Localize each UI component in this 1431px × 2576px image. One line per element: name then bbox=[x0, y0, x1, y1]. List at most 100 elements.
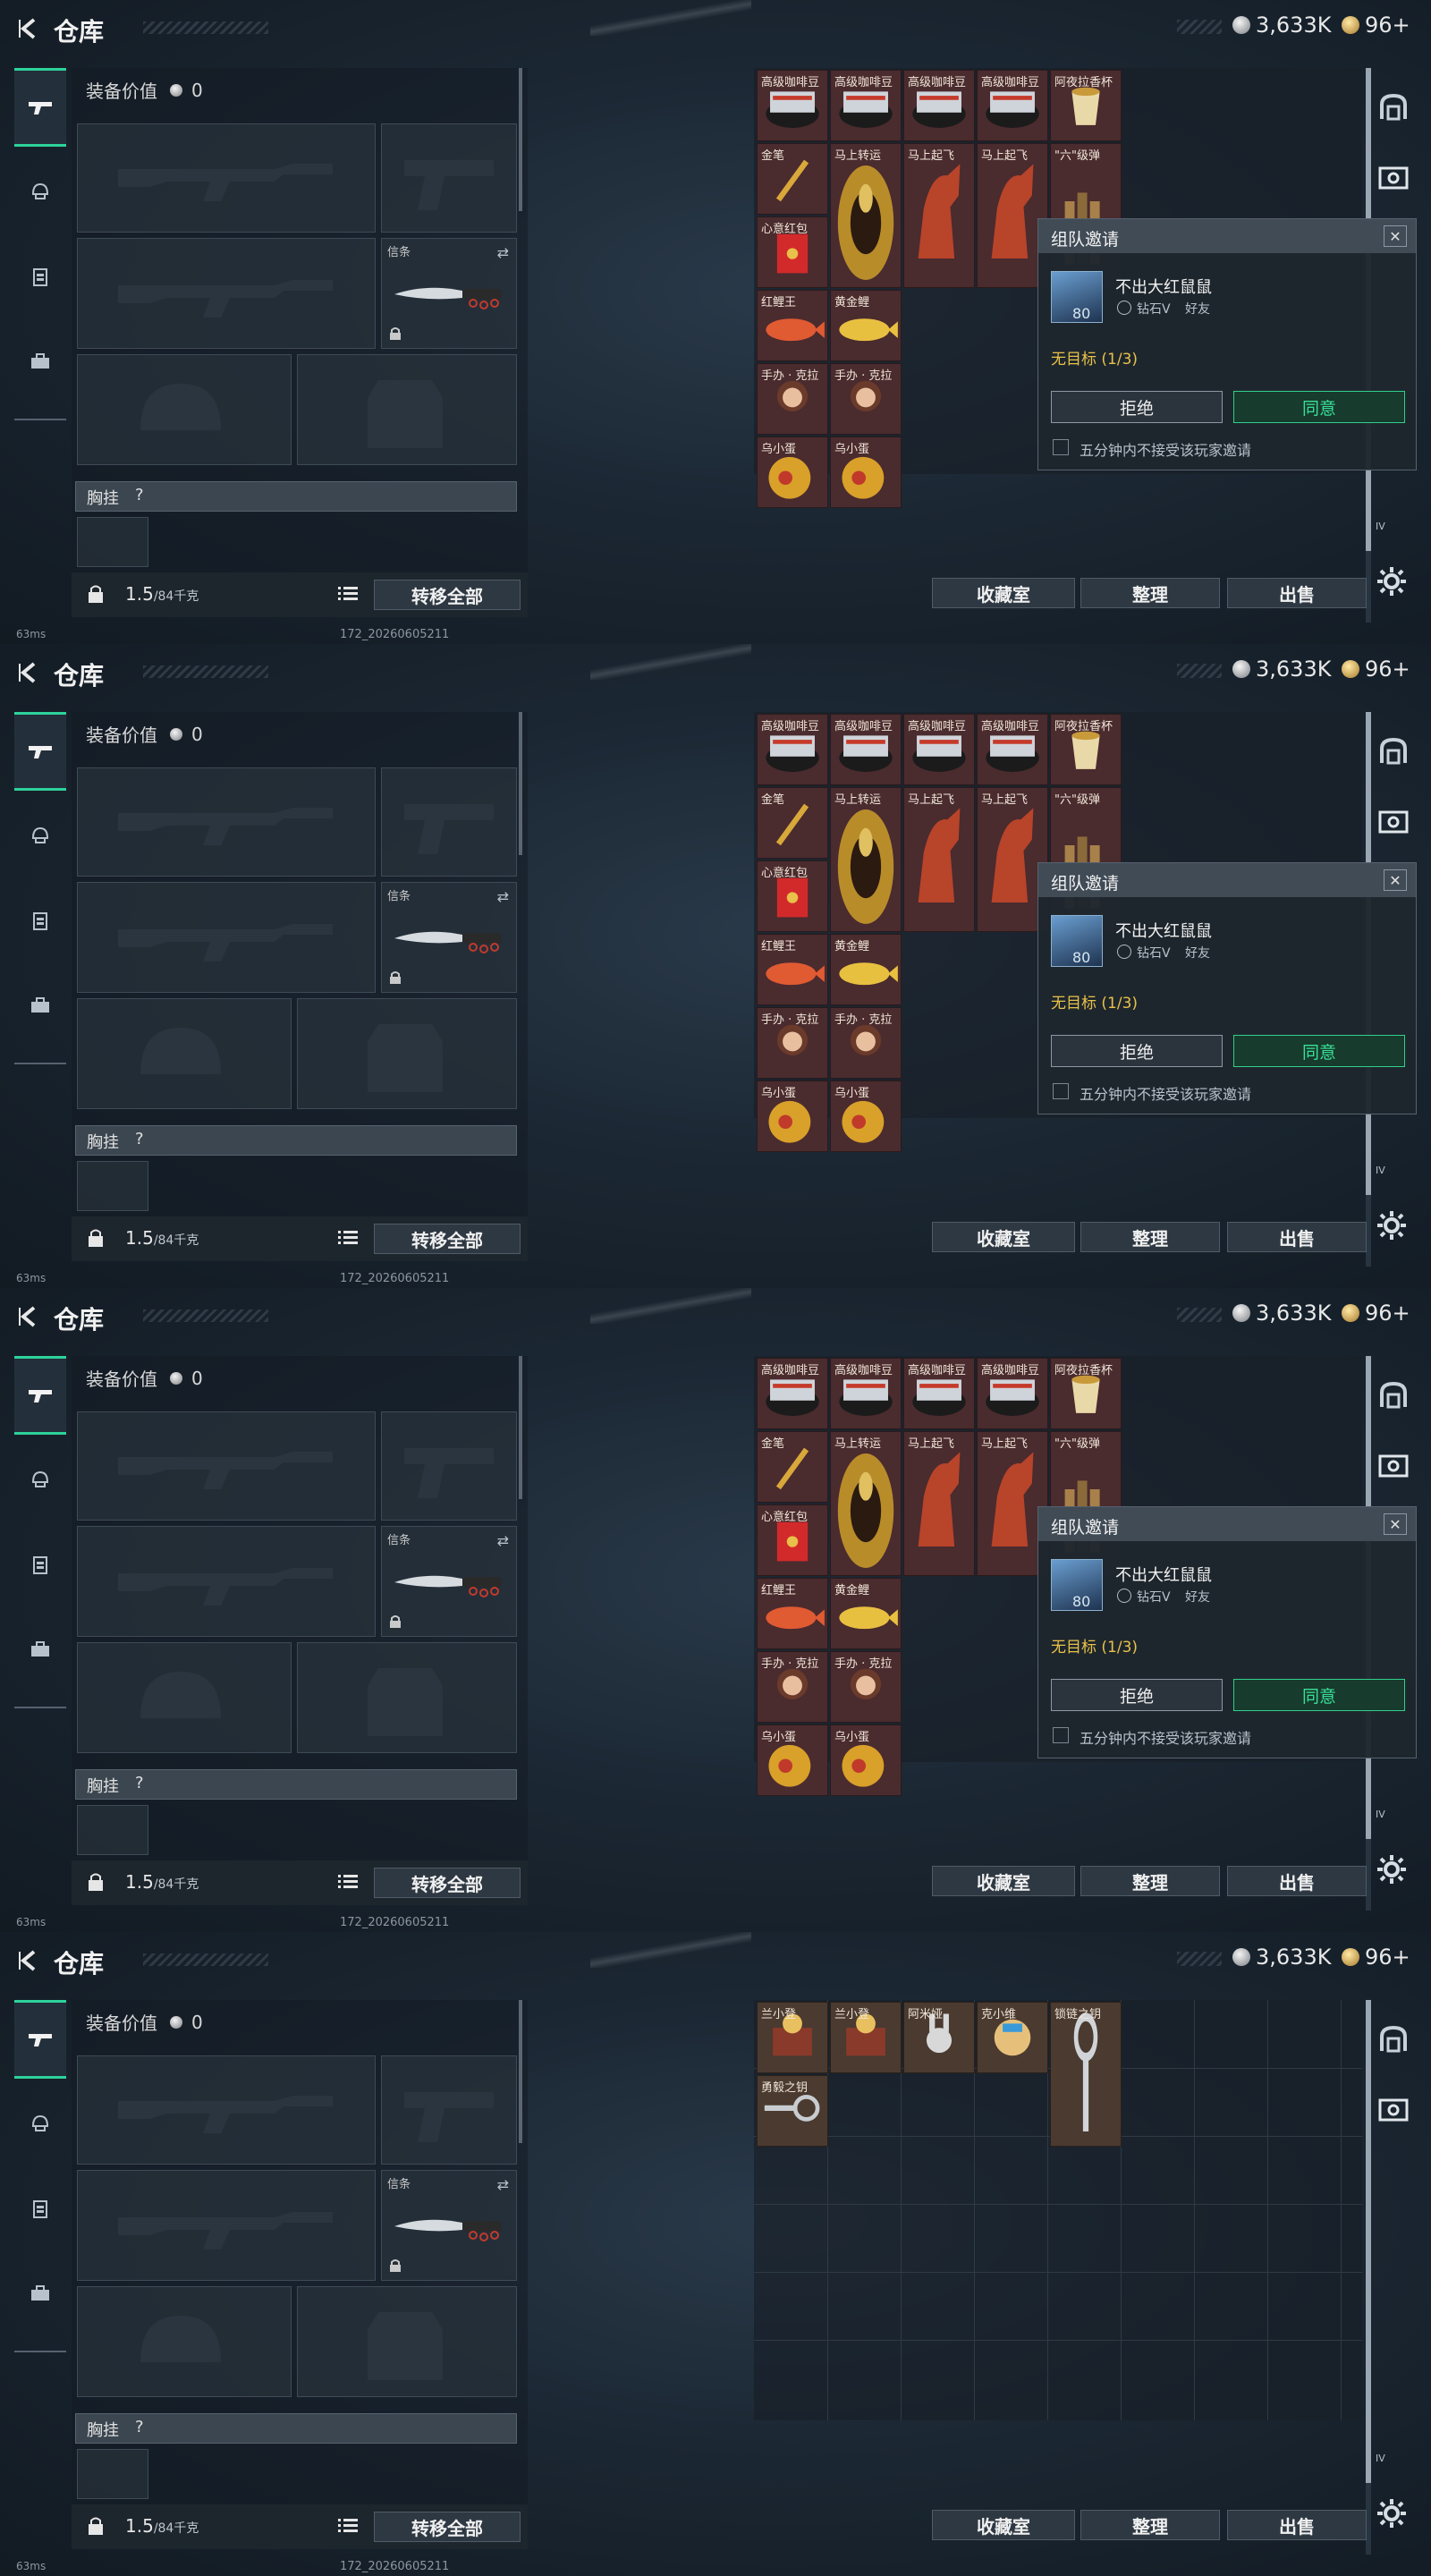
stash-item[interactable]: 手办 · 克拉 bbox=[757, 1007, 828, 1079]
mute-checkbox[interactable] bbox=[1053, 439, 1069, 455]
right-tab-case[interactable] bbox=[1374, 2089, 1413, 2129]
stash-item[interactable]: 阿夜拉香杯 bbox=[1050, 714, 1122, 785]
nav-helmet[interactable] bbox=[14, 796, 66, 875]
pistol-slot[interactable] bbox=[381, 767, 517, 877]
transfer-all-button[interactable]: 转移全部 bbox=[374, 2512, 521, 2542]
equipment-scrollbar[interactable] bbox=[519, 2000, 522, 2143]
transfer-all-button[interactable]: 转移全部 bbox=[374, 1868, 521, 1898]
stash-item[interactable]: 红鲤王 bbox=[757, 1578, 828, 1649]
stash-item[interactable]: 阿米娅 bbox=[903, 2002, 975, 2073]
stash-item[interactable]: 黄金鲤 bbox=[830, 290, 902, 361]
stash-item[interactable]: 乌小蛋 bbox=[757, 1724, 828, 1796]
sort-button[interactable]: 整理 bbox=[1080, 578, 1220, 608]
nav-vest[interactable] bbox=[14, 2170, 66, 2249]
silver-currency[interactable]: 3,633K bbox=[1232, 13, 1331, 38]
armor-slot[interactable] bbox=[297, 2286, 517, 2397]
collection-button[interactable]: 收藏室 bbox=[932, 2510, 1075, 2540]
right-tab-case[interactable] bbox=[1374, 801, 1413, 841]
stash-item[interactable]: 兰小登 bbox=[757, 2002, 828, 2073]
sort-button[interactable]: 整理 bbox=[1080, 1866, 1220, 1896]
gear-icon[interactable] bbox=[1376, 565, 1408, 597]
secondary-weapon-slot[interactable] bbox=[77, 882, 376, 993]
primary-weapon-slot[interactable] bbox=[77, 123, 376, 233]
right-tab-safe[interactable] bbox=[1374, 2020, 1413, 2059]
accept-button[interactable]: 同意 bbox=[1233, 391, 1405, 423]
helmet-slot[interactable] bbox=[77, 2286, 292, 2397]
back-icon[interactable] bbox=[16, 1304, 41, 1329]
nav-weapons[interactable] bbox=[14, 712, 66, 791]
sell-button[interactable]: 出售 bbox=[1227, 2510, 1367, 2540]
right-tab-safe[interactable] bbox=[1374, 1376, 1413, 1415]
helmet-slot[interactable] bbox=[77, 354, 292, 465]
help-icon[interactable]: ? bbox=[135, 1774, 144, 1792]
nav-helmet[interactable] bbox=[14, 152, 66, 231]
stash-item[interactable]: 红鲤王 bbox=[757, 934, 828, 1005]
sell-button[interactable]: 出售 bbox=[1227, 1222, 1367, 1252]
stash-item[interactable]: 阿夜拉香杯 bbox=[1050, 70, 1122, 141]
stash-item[interactable]: 高级咖啡豆 bbox=[977, 70, 1048, 141]
nav-vest[interactable] bbox=[14, 238, 66, 317]
stash-item[interactable]: 马上转运 bbox=[830, 787, 902, 932]
transfer-all-button[interactable]: 转移全部 bbox=[374, 1224, 521, 1254]
right-tab-tag[interactable]: IV bbox=[1376, 2453, 1385, 2464]
sort-button[interactable]: 整理 bbox=[1080, 1222, 1220, 1252]
chest-rig-bar[interactable]: 胸挂 ? bbox=[75, 1769, 517, 1800]
stash-item[interactable]: 高级咖啡豆 bbox=[830, 70, 902, 141]
mute-checkbox[interactable] bbox=[1053, 1083, 1069, 1099]
melee-slot[interactable]: 信条 ⇄ bbox=[381, 882, 517, 993]
nav-backpack[interactable] bbox=[14, 322, 66, 401]
swap-icon[interactable]: ⇄ bbox=[497, 2176, 509, 2193]
equipment-scrollbar[interactable] bbox=[519, 1356, 522, 1499]
stash-item[interactable]: 乌小蛋 bbox=[830, 1724, 902, 1796]
collection-button[interactable]: 收藏室 bbox=[932, 1222, 1075, 1252]
secondary-weapon-slot[interactable] bbox=[77, 1526, 376, 1637]
stash-scrollbar-thumb[interactable] bbox=[1366, 2000, 1371, 2483]
stash-scrollbar[interactable] bbox=[1366, 2000, 1371, 2555]
stash-item[interactable]: 心意红包 bbox=[757, 1504, 828, 1576]
stash-item[interactable]: 高级咖啡豆 bbox=[830, 1358, 902, 1429]
chest-rig-slot[interactable] bbox=[77, 1805, 148, 1855]
stash-item[interactable]: 高级咖啡豆 bbox=[977, 1358, 1048, 1429]
primary-weapon-slot[interactable] bbox=[77, 2055, 376, 2165]
gold-currency[interactable]: 96+ bbox=[1342, 657, 1410, 682]
right-tab-tag[interactable]: IV bbox=[1376, 521, 1385, 532]
chest-rig-bar[interactable]: 胸挂 ? bbox=[75, 1125, 517, 1156]
armor-slot[interactable] bbox=[297, 1642, 517, 1753]
close-icon[interactable]: ✕ bbox=[1384, 1513, 1407, 1535]
swap-icon[interactable]: ⇄ bbox=[497, 888, 509, 905]
gold-currency[interactable]: 96+ bbox=[1342, 13, 1410, 38]
reject-button[interactable]: 拒绝 bbox=[1051, 1035, 1223, 1067]
helmet-slot[interactable] bbox=[77, 1642, 292, 1753]
list-icon[interactable] bbox=[338, 1873, 358, 1891]
right-tab-case[interactable] bbox=[1374, 157, 1413, 197]
stash-item[interactable]: 心意红包 bbox=[757, 860, 828, 932]
close-icon[interactable]: ✕ bbox=[1384, 869, 1407, 891]
back-icon[interactable] bbox=[16, 660, 41, 685]
list-icon[interactable] bbox=[338, 1229, 358, 1247]
nav-backpack[interactable] bbox=[14, 1610, 66, 1689]
stash-item[interactable]: 手办 · 克拉 bbox=[830, 1651, 902, 1723]
helmet-slot[interactable] bbox=[77, 998, 292, 1109]
gold-currency[interactable]: 96+ bbox=[1342, 1945, 1410, 1970]
chest-rig-slot[interactable] bbox=[77, 517, 148, 567]
right-tab-case[interactable] bbox=[1374, 1445, 1413, 1485]
gear-icon[interactable] bbox=[1376, 2497, 1408, 2529]
silver-currency[interactable]: 3,633K bbox=[1232, 1945, 1331, 1970]
nav-weapons[interactable] bbox=[14, 2000, 66, 2079]
right-tab-tag[interactable]: IV bbox=[1376, 1809, 1385, 1820]
secondary-weapon-slot[interactable] bbox=[77, 2170, 376, 2281]
collection-button[interactable]: 收藏室 bbox=[932, 578, 1075, 608]
nav-backpack[interactable] bbox=[14, 2254, 66, 2333]
stash-item[interactable]: 高级咖啡豆 bbox=[757, 714, 828, 785]
melee-slot[interactable]: 信条 ⇄ bbox=[381, 2170, 517, 2281]
secondary-weapon-slot[interactable] bbox=[77, 238, 376, 349]
list-icon[interactable] bbox=[338, 2517, 358, 2535]
gold-currency[interactable]: 96+ bbox=[1342, 1301, 1410, 1326]
armor-slot[interactable] bbox=[297, 998, 517, 1109]
stash-item[interactable]: 手办 · 克拉 bbox=[830, 1007, 902, 1079]
stash-item[interactable]: 金笔 bbox=[757, 1431, 828, 1503]
nav-helmet[interactable] bbox=[14, 1440, 66, 1519]
stash-item[interactable]: 金笔 bbox=[757, 143, 828, 215]
stash-item[interactable]: 马上转运 bbox=[830, 1431, 902, 1576]
stash-item[interactable]: 手办 · 克拉 bbox=[830, 363, 902, 435]
